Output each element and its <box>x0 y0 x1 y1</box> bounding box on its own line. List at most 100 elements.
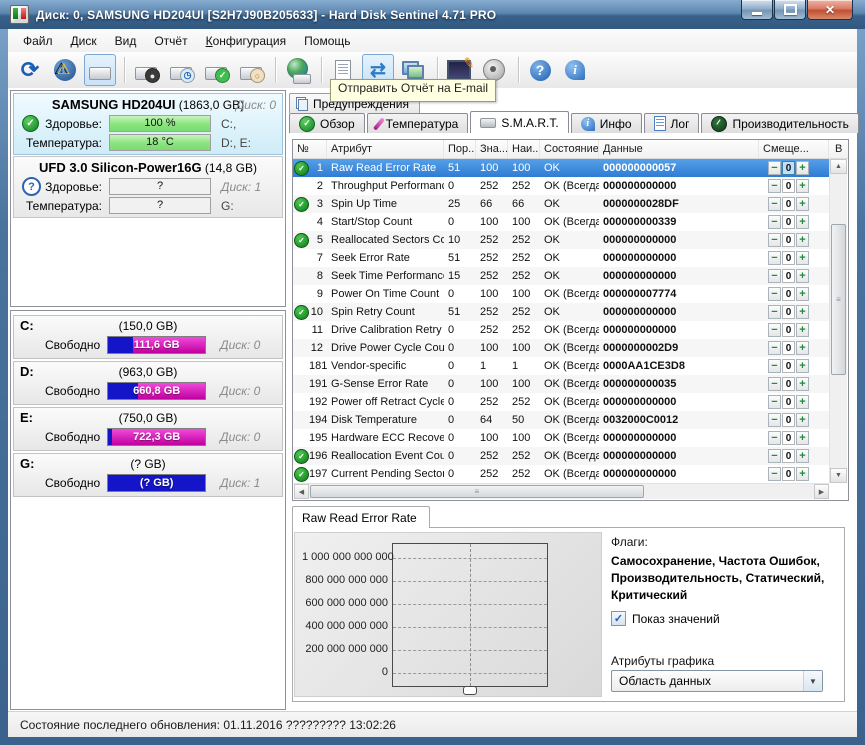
horizontal-scroll-thumb[interactable]: ≡ <box>310 485 644 498</box>
column-header-3[interactable]: Зна... <box>476 140 508 158</box>
warning-icon[interactable]: ⚠ <box>49 54 81 86</box>
decrease-offset-button[interactable]: − <box>768 197 781 211</box>
partition-panel-D[interactable]: D:(963,0 GB)Свободно660,8 GBДиск: 0 <box>13 361 283 405</box>
table-row[interactable]: ✓1Raw Read Error Rate51100100OK000000000… <box>293 159 829 177</box>
table-row[interactable]: ✓7Seek Error Rate51252252OK000000000000−… <box>293 249 829 267</box>
table-row[interactable]: ✓4Start/Stop Count0100100OK (Всегда...00… <box>293 213 829 231</box>
increase-offset-button[interactable]: + <box>796 377 809 391</box>
partition-panel-C[interactable]: C:(150,0 GB)Свободно111,6 GBДиск: 0 <box>13 315 283 359</box>
decrease-offset-button[interactable]: − <box>768 395 781 409</box>
column-header-1[interactable]: Атрибут <box>327 140 444 158</box>
table-row[interactable]: ✓12Drive Power Cycle Count0100100OK (Все… <box>293 339 829 357</box>
disk-panel-0[interactable]: SAMSUNG HD204UI (1863,0 GB)Диск: 0✓Здоро… <box>13 93 283 155</box>
increase-offset-button[interactable]: + <box>796 467 809 481</box>
close-button[interactable] <box>807 0 853 20</box>
disk-performance-icon[interactable]: ● <box>130 54 162 86</box>
increase-offset-button[interactable]: + <box>796 233 809 247</box>
vertical-scrollbar[interactable]: ▲ ≡ ▼ <box>829 159 847 483</box>
menu-item-file[interactable]: Файл <box>14 31 62 51</box>
disk-schedule-icon[interactable]: ◷ <box>165 54 197 86</box>
tab-smart[interactable]: S.M.A.R.T. <box>470 111 568 133</box>
increase-offset-button[interactable]: + <box>796 179 809 193</box>
table-row[interactable]: ✓181Vendor-specific011OK (Всегда...0000A… <box>293 357 829 375</box>
increase-offset-button[interactable]: + <box>796 197 809 211</box>
show-values-checkbox[interactable]: ✓ <box>611 611 626 626</box>
increase-offset-button[interactable]: + <box>796 323 809 337</box>
disk-ok-icon[interactable]: ✓ <box>200 54 232 86</box>
increase-offset-button[interactable]: + <box>796 215 809 229</box>
increase-offset-button[interactable]: + <box>796 431 809 445</box>
table-row[interactable]: ✓191G-Sense Error Rate0100100OK (Всегда.… <box>293 375 829 393</box>
table-row[interactable]: ✓10Spin Retry Count51252252OK00000000000… <box>293 303 829 321</box>
maximize-button[interactable] <box>774 0 806 20</box>
decrease-offset-button[interactable]: − <box>768 449 781 463</box>
partition-panel-G[interactable]: G:(? GB)Свободно(? GB)Диск: 1 <box>13 453 283 497</box>
menu-item-help[interactable]: Помощь <box>295 31 359 51</box>
column-header-6[interactable]: Данные <box>599 140 759 158</box>
chart-slider-handle[interactable] <box>463 686 477 695</box>
decrease-offset-button[interactable]: − <box>768 305 781 319</box>
disk-overview-icon[interactable] <box>84 54 116 86</box>
table-row[interactable]: ✓196Reallocation Event Count0252252OK (В… <box>293 447 829 465</box>
increase-offset-button[interactable]: + <box>796 413 809 427</box>
tab-log[interactable]: Лог <box>644 113 700 133</box>
vertical-scroll-thumb[interactable]: ≡ <box>831 224 846 375</box>
increase-offset-button[interactable]: + <box>796 359 809 373</box>
column-header-7[interactable]: Смеще... <box>759 140 829 158</box>
chart-attributes-select[interactable]: Область данных ▼ <box>611 670 823 692</box>
disk-search-icon[interactable]: ○ <box>235 54 267 86</box>
table-row[interactable]: ✓194Disk Temperature06450OK (Всегда...00… <box>293 411 829 429</box>
table-row[interactable]: ✓192Power off Retract Cycle ...0252252OK… <box>293 393 829 411</box>
increase-offset-button[interactable]: + <box>796 305 809 319</box>
decrease-offset-button[interactable]: − <box>768 179 781 193</box>
increase-offset-button[interactable]: + <box>796 395 809 409</box>
menu-item-disk[interactable]: Диск <box>62 31 106 51</box>
scroll-up-icon[interactable]: ▲ <box>830 159 847 174</box>
detail-tab[interactable]: Raw Read Error Rate <box>292 506 430 528</box>
increase-offset-button[interactable]: + <box>796 449 809 463</box>
decrease-offset-button[interactable]: − <box>768 233 781 247</box>
tab-temperature[interactable]: Температура <box>367 113 469 133</box>
table-row[interactable]: ✓195Hardware ECC Recovered0100100OK (Все… <box>293 429 829 447</box>
increase-offset-button[interactable]: + <box>796 287 809 301</box>
decrease-offset-button[interactable]: − <box>768 431 781 445</box>
disk-panel-1[interactable]: UFD 3.0 Silicon-Power16G (14,8 GB)?Здоро… <box>13 156 283 218</box>
decrease-offset-button[interactable]: − <box>768 413 781 427</box>
partition-panel-E[interactable]: E:(750,0 GB)Свободно722,3 GBДиск: 0 <box>13 407 283 451</box>
scroll-left-icon[interactable]: ◀ <box>294 484 309 499</box>
decrease-offset-button[interactable]: − <box>768 269 781 283</box>
info-icon[interactable]: i <box>559 54 591 86</box>
increase-offset-button[interactable]: + <box>796 251 809 265</box>
decrease-offset-button[interactable]: − <box>768 359 781 373</box>
horizontal-scrollbar[interactable]: ◀ ≡ ▶ <box>294 483 829 499</box>
help-icon[interactable]: ? <box>524 54 556 86</box>
column-header-4[interactable]: Наи... <box>508 140 540 158</box>
minimize-button[interactable] <box>741 0 773 20</box>
decrease-offset-button[interactable]: − <box>768 251 781 265</box>
column-header-5[interactable]: Состояние <box>540 140 599 158</box>
decrease-offset-button[interactable]: − <box>768 215 781 229</box>
decrease-offset-button[interactable]: − <box>768 287 781 301</box>
decrease-offset-button[interactable]: − <box>768 377 781 391</box>
table-row[interactable]: ✓3Spin Up Time256666OK0000000028DF−0+ <box>293 195 829 213</box>
column-header-2[interactable]: Пор... <box>444 140 476 158</box>
tab-overview[interactable]: ✓Обзор <box>289 113 365 133</box>
network-disks-icon[interactable] <box>281 54 313 86</box>
tab-performance[interactable]: Производительность <box>701 113 858 133</box>
table-row[interactable]: ✓5Reallocated Sectors Co...10252252OK000… <box>293 231 829 249</box>
increase-offset-button[interactable]: + <box>796 161 809 175</box>
decrease-offset-button[interactable]: − <box>768 161 781 175</box>
menu-item-view[interactable]: Вид <box>106 31 146 51</box>
menu-item-config[interactable]: Конфигурация <box>197 31 296 51</box>
table-row[interactable]: ✓8Seek Time Performance15252252OK0000000… <box>293 267 829 285</box>
table-row[interactable]: ✓9Power On Time Count0100100OK (Всегда..… <box>293 285 829 303</box>
tab-info[interactable]: iИнфо <box>571 113 642 133</box>
table-row[interactable]: ✓197Current Pending Sector...0252252OK (… <box>293 465 829 483</box>
decrease-offset-button[interactable]: − <box>768 341 781 355</box>
increase-offset-button[interactable]: + <box>796 269 809 283</box>
chevron-down-icon[interactable]: ▼ <box>803 671 822 691</box>
table-row[interactable]: ✓2Throughput Performance0252252OK (Всегд… <box>293 177 829 195</box>
column-header-0[interactable]: № <box>293 140 327 158</box>
table-row[interactable]: ✓11Drive Calibration Retry ...0252252OK … <box>293 321 829 339</box>
scroll-down-icon[interactable]: ▼ <box>830 468 847 483</box>
